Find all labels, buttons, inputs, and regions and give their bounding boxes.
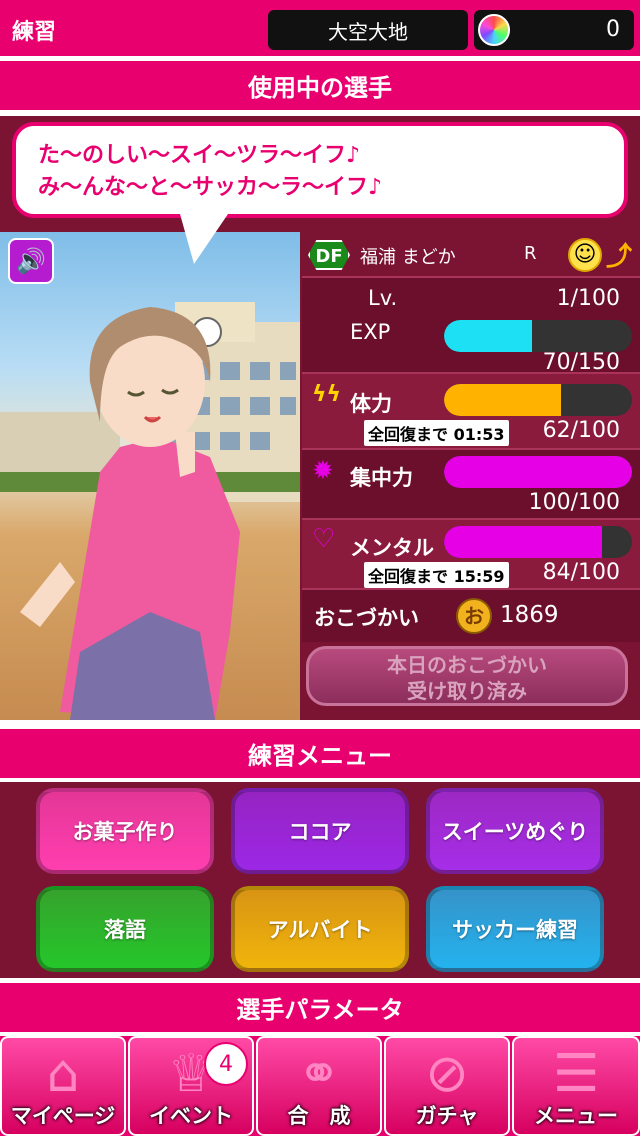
speaker-icon: 🔊 [16,247,46,275]
condition-smile-icon: ☺ [568,238,602,272]
exp-label: EXP [350,320,391,344]
receive-line-1: 本日のおこづかい [387,653,547,677]
allowance-row: おこづかい お 1869 [302,590,640,642]
event-notification-badge: 4 [204,1042,248,1086]
practice-rakugo-button[interactable]: 落語 [36,886,214,972]
player-name: 福浦 まどか [360,247,456,268]
speech-line-1: た〜のしい〜スイ〜ツラ〜イフ♪ [38,143,361,168]
exp-bar [444,320,632,352]
nav-gacha[interactable]: ⊘ ガチャ [384,1036,510,1136]
speech-bubble: た〜のしい〜スイ〜ツラ〜イフ♪ み〜んな〜と〜サッカ〜ラ〜イフ♪ [12,122,628,218]
sound-button[interactable]: 🔊 [8,238,54,284]
stamina-bar-fill [444,384,561,416]
level-value: 1/100 [556,286,620,311]
allowance-value: 1869 [500,602,559,628]
gem-counter[interactable]: 0 [474,10,634,50]
exp-bar-fill [444,320,532,352]
stamina-row: ϟϟ 体力 全回復まで 01:53 62/100 [302,374,640,450]
stamina-bar [444,384,632,416]
focus-label: 集中力 [350,466,413,490]
speech-bubble-tail [180,214,228,264]
practice-sweets-making-button[interactable]: お菓子作り [36,788,214,874]
team-name-box: 大空大地 [268,10,468,50]
focus-value: 100/100 [528,490,620,515]
rarity-label: R [524,243,537,264]
nav-menu-label: メニュー [534,1104,618,1128]
nav-mypage[interactable]: ⌂ マイページ [0,1036,126,1136]
allowance-label: おこづかい [314,606,419,630]
level-exp-row: Lv. 1/100 EXP 70/150 [302,278,640,375]
focus-bar-fill [444,456,632,488]
nav-menu[interactable]: ☰ メニュー [512,1036,640,1136]
heart-icon: ♡ [312,524,336,554]
practice-part-time-button[interactable]: アルバイト [231,886,409,972]
home-icon: ⌂ [46,1044,80,1104]
focus-row: ✹ 集中力 100/100 [302,450,640,520]
mental-row: ♡ メンタル 全回復まで 15:59 84/100 [302,520,640,590]
mental-bar [444,526,632,558]
player-params-header[interactable]: 選手パラメータ [0,980,640,1032]
mental-bar-fill [444,526,602,558]
nav-fusion-label: 合 成 [287,1104,351,1128]
exp-value: 70/150 [542,350,620,375]
speech-line-2: み〜んな〜と〜サッカ〜ラ〜イフ♪ [38,175,383,200]
gem-icon [478,14,510,46]
character-illustration[interactable] [0,232,300,720]
practice-sweets-tour-button[interactable]: スイーツめぐり [426,788,604,874]
nav-mypage-label: マイページ [10,1104,116,1128]
ball-icon: ⊘ [425,1044,469,1104]
coin-icon: お [456,598,492,634]
receive-line-2: 受け取り済み [407,679,527,703]
focus-bar [444,456,632,488]
player-name-row: DF 福浦 まどか R ☺ ⤴ [302,232,640,278]
lightning-icon: ϟϟ [312,382,342,407]
mental-label: メンタル [350,536,434,560]
handshake-icon: ⚭ [297,1044,341,1104]
nav-gacha-label: ガチャ [415,1104,479,1128]
mental-value: 84/100 [542,560,620,585]
nav-fusion[interactable]: ⚭ 合 成 [256,1036,382,1136]
screen-title: 練習 [12,20,57,45]
burst-icon: ✹ [312,456,334,486]
stamina-recovery-timer: 全回復まで 01:53 [364,420,509,446]
mental-recovery-timer: 全回復まで 15:59 [364,562,509,588]
practice-soccer-button[interactable]: サッカー練習 [426,886,604,972]
gem-count: 0 [606,17,620,42]
stamina-value: 62/100 [542,418,620,443]
practice-menu-header: 練習メニュー [0,726,640,778]
current-player-header: 使用中の選手 [0,58,640,110]
menu-icon: ☰ [552,1044,600,1104]
receive-allowance-button[interactable]: 本日のおこづかい 受け取り済み [306,646,628,706]
bottom-nav: ⌂ マイページ ♕ イベント ⚭ 合 成 ⊘ ガチャ ☰ メニュー [0,1036,640,1136]
stamina-label: 体力 [350,392,392,416]
practice-cocoa-button[interactable]: ココア [231,788,409,874]
level-label: Lv. [368,286,398,310]
nav-event-label: イベント [149,1104,233,1128]
position-badge: DF [308,240,350,270]
condition-up-arrow-icon: ⤴ [606,242,633,272]
